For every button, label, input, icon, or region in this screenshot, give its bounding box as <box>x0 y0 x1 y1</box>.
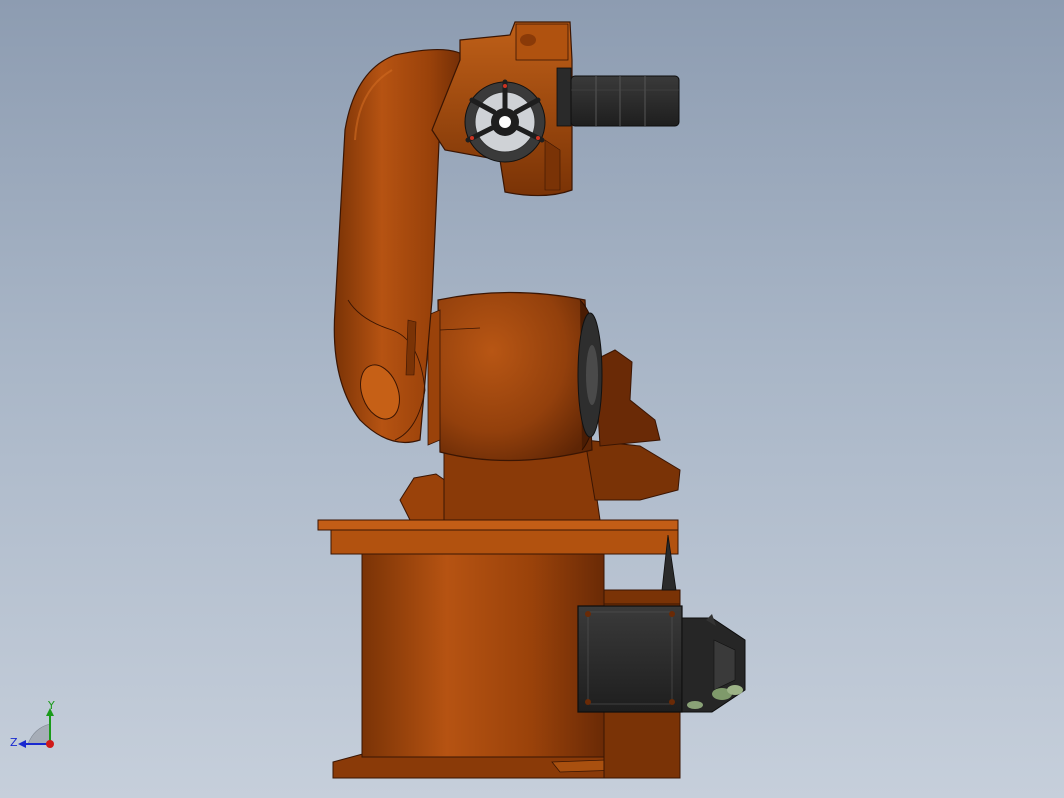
pedestal-flange <box>317 519 679 555</box>
orientation-triad[interactable]: Y Z <box>8 700 68 758</box>
shoulder-housing <box>427 291 603 462</box>
x-axis-origin <box>46 740 54 748</box>
robot-arm-model[interactable] <box>0 0 1064 798</box>
cad-viewport[interactable]: Y Z <box>0 0 1064 798</box>
z-axis-arrow <box>18 740 26 748</box>
y-axis-label: Y <box>47 700 55 712</box>
connector-box <box>577 605 746 713</box>
triad-base-wedge <box>27 723 51 745</box>
wrist-motor <box>556 67 680 127</box>
wrist-gripper <box>464 79 546 163</box>
z-axis-label: Z <box>10 736 18 749</box>
